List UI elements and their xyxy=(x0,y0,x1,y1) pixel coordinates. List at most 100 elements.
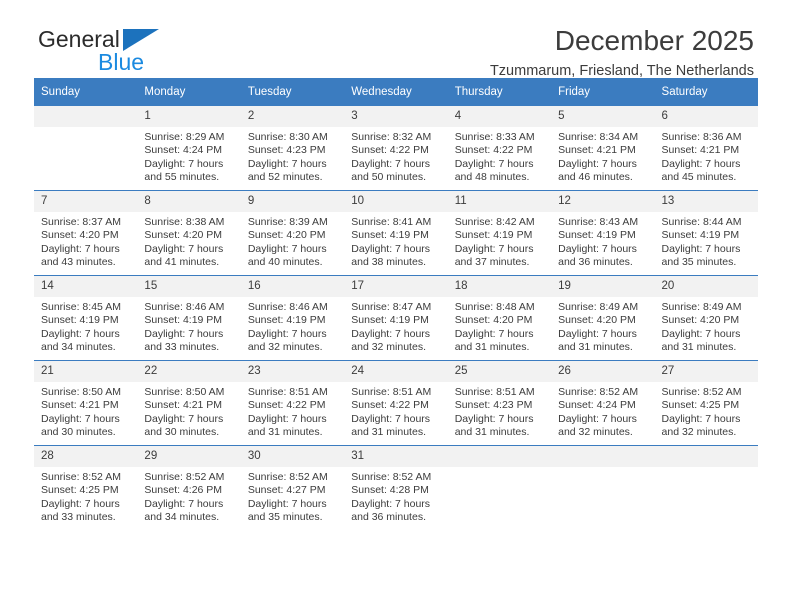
calendar-day-cell[interactable]: 22 Sunrise: 8:50 AM Sunset: 4:21 PM Dayligh… xyxy=(137,360,241,446)
calendar-day-cell[interactable]: 2 Sunrise: 8:30 AM Sunset: 4:23 PM Daylight… xyxy=(240,105,345,191)
day-details: Sunrise: 8:52 AM Sunset: 4:27 PM Daylight:… xyxy=(241,467,344,525)
sunrise-text: Sunrise: 8:34 AM xyxy=(558,131,639,143)
day-number: 9 xyxy=(240,191,345,212)
calendar-day-cell[interactable]: 28 Sunrise: 8:52 AM Sunset: 4:25 PM Dayligh… xyxy=(34,445,138,530)
daylight-text: Daylight: 7 hours and 48 minutes. xyxy=(454,157,534,184)
calendar-day-cell[interactable]: 31 Sunrise: 8:52 AM Sunset: 4:28 PM Dayligh… xyxy=(344,445,448,530)
sunrise-text: Sunrise: 8:52 AM xyxy=(144,471,225,483)
sunset-text: Sunset: 4:20 PM xyxy=(661,314,740,327)
calendar-day-cell[interactable]: 21 Sunrise: 8:50 AM Sunset: 4:21 PM Dayligh… xyxy=(34,360,138,446)
day-number xyxy=(654,446,758,467)
calendar-empty-cell xyxy=(551,445,655,530)
day-details: Sunrise: 8:47 AM Sunset: 4:19 PM Daylight:… xyxy=(344,297,447,355)
calendar-week-row: 21 Sunrise: 8:50 AM Sunset: 4:21 PM Dayligh… xyxy=(34,360,758,446)
day-number: 14 xyxy=(34,276,138,297)
sunset-text: Sunset: 4:19 PM xyxy=(41,314,119,327)
day-details: Sunrise: 8:50 AM Sunset: 4:21 PM Daylight:… xyxy=(34,382,137,440)
day-number: 20 xyxy=(654,276,758,297)
sunset-text: Sunset: 4:21 PM xyxy=(41,399,119,412)
day-details: Sunrise: 8:45 AM Sunset: 4:19 PM Daylight:… xyxy=(34,297,137,355)
calendar-day-cell[interactable]: 18 Sunrise: 8:48 AM Sunset: 4:20 PM Dayligh… xyxy=(447,275,552,361)
calendar-day-cell[interactable]: 30 Sunrise: 8:52 AM Sunset: 4:27 PM Dayligh… xyxy=(240,445,345,530)
daylight-text: Daylight: 7 hours and 52 minutes. xyxy=(247,157,327,184)
sunrise-text: Sunrise: 8:36 AM xyxy=(661,131,742,143)
calendar-day-cell[interactable]: 23 Sunrise: 8:51 AM Sunset: 4:22 PM Dayligh… xyxy=(240,360,345,446)
calendar-day-cell[interactable]: 26 Sunrise: 8:52 AM Sunset: 4:24 PM Dayligh… xyxy=(551,360,655,446)
sunrise-text: Sunrise: 8:41 AM xyxy=(351,216,432,228)
sunset-text: Sunset: 4:19 PM xyxy=(454,229,533,242)
calendar-day-cell[interactable]: 4 Sunrise: 8:33 AM Sunset: 4:22 PM Daylight… xyxy=(447,105,552,191)
calendar-day-cell[interactable]: 25 Sunrise: 8:51 AM Sunset: 4:23 PM Dayligh… xyxy=(447,360,552,446)
calendar-day-cell[interactable]: 6 Sunrise: 8:36 AM Sunset: 4:21 PM Daylight… xyxy=(654,105,758,191)
daylight-text: Daylight: 7 hours and 36 minutes. xyxy=(351,497,431,524)
sunrise-text: Sunrise: 8:33 AM xyxy=(454,131,535,143)
day-details: Sunrise: 8:52 AM Sunset: 4:25 PM Daylight:… xyxy=(34,467,137,525)
sunrise-text: Sunrise: 8:38 AM xyxy=(144,216,225,228)
calendar-day-cell[interactable]: 9 Sunrise: 8:39 AM Sunset: 4:20 PM Daylight… xyxy=(240,190,345,276)
day-number: 16 xyxy=(240,276,345,297)
weekday-header-thursday: Thursday xyxy=(447,78,552,106)
sunrise-text: Sunrise: 8:30 AM xyxy=(247,131,328,143)
calendar-header: Sunday Monday Tuesday Wednesday Thursday… xyxy=(34,78,758,106)
weekday-header-tuesday: Tuesday xyxy=(240,78,345,106)
daylight-text: Daylight: 7 hours and 50 minutes. xyxy=(351,157,431,184)
day-details: Sunrise: 8:29 AM Sunset: 4:24 PM Daylight:… xyxy=(137,127,240,185)
day-number: 5 xyxy=(551,106,655,127)
day-details: Sunrise: 8:52 AM Sunset: 4:26 PM Daylight:… xyxy=(137,467,240,525)
sunset-text: Sunset: 4:21 PM xyxy=(558,144,636,157)
sunset-text: Sunset: 4:23 PM xyxy=(454,399,533,412)
day-details: Sunrise: 8:44 AM Sunset: 4:19 PM Daylight:… xyxy=(655,212,758,270)
weekday-header-wednesday: Wednesday xyxy=(344,78,448,106)
day-number: 2 xyxy=(240,106,345,127)
sunset-text: Sunset: 4:19 PM xyxy=(247,314,326,327)
calendar-day-cell[interactable]: 19 Sunrise: 8:49 AM Sunset: 4:20 PM Dayligh… xyxy=(551,275,655,361)
calendar-day-cell[interactable]: 16 Sunrise: 8:46 AM Sunset: 4:19 PM Dayligh… xyxy=(240,275,345,361)
sunrise-text: Sunrise: 8:43 AM xyxy=(558,216,639,228)
sunrise-text: Sunrise: 8:48 AM xyxy=(454,301,535,313)
sunset-text: Sunset: 4:20 PM xyxy=(144,229,223,242)
calendar-day-cell[interactable]: 11 Sunrise: 8:42 AM Sunset: 4:19 PM Dayligh… xyxy=(447,190,552,276)
calendar-day-cell[interactable]: 8 Sunrise: 8:38 AM Sunset: 4:20 PM Daylight… xyxy=(137,190,241,276)
daylight-text: Daylight: 7 hours and 30 minutes. xyxy=(144,412,224,439)
day-number: 15 xyxy=(137,276,241,297)
day-details: Sunrise: 8:30 AM Sunset: 4:23 PM Daylight:… xyxy=(241,127,344,185)
calendar-day-cell[interactable]: 15 Sunrise: 8:46 AM Sunset: 4:19 PM Dayligh… xyxy=(137,275,241,361)
sunrise-text: Sunrise: 8:52 AM xyxy=(558,386,639,398)
calendar-week-row: 1 Sunrise: 8:29 AM Sunset: 4:24 PM Daylight… xyxy=(34,105,758,191)
calendar-day-cell[interactable]: 1 Sunrise: 8:29 AM Sunset: 4:24 PM Daylight… xyxy=(137,105,241,191)
generalblue-logo[interactable]: General Blue xyxy=(38,26,218,78)
logo-blue-label: Blue xyxy=(98,49,145,75)
calendar-day-cell[interactable]: 13 Sunrise: 8:44 AM Sunset: 4:19 PM Dayligh… xyxy=(654,190,758,276)
sunrise-text: Sunrise: 8:51 AM xyxy=(247,386,328,398)
calendar-day-cell[interactable]: 17 Sunrise: 8:47 AM Sunset: 4:19 PM Dayligh… xyxy=(344,275,448,361)
sunset-text: Sunset: 4:25 PM xyxy=(661,399,740,412)
calendar-day-cell[interactable]: 3 Sunrise: 8:32 AM Sunset: 4:22 PM Daylight… xyxy=(344,105,448,191)
sunrise-text: Sunrise: 8:42 AM xyxy=(454,216,535,228)
calendar-day-cell[interactable]: 20 Sunrise: 8:49 AM Sunset: 4:20 PM Dayligh… xyxy=(654,275,758,361)
calendar-week-row: 7 Sunrise: 8:37 AM Sunset: 4:20 PM Daylight… xyxy=(34,190,758,276)
day-number: 13 xyxy=(654,191,758,212)
daylight-text: Daylight: 7 hours and 34 minutes. xyxy=(41,327,120,354)
day-details: Sunrise: 8:51 AM Sunset: 4:22 PM Daylight:… xyxy=(344,382,447,440)
calendar-day-cell[interactable]: 5 Sunrise: 8:34 AM Sunset: 4:21 PM Daylight… xyxy=(551,105,655,191)
day-number: 18 xyxy=(447,276,552,297)
day-details: Sunrise: 8:49 AM Sunset: 4:20 PM Daylight:… xyxy=(551,297,654,355)
calendar-day-cell[interactable]: 14 Sunrise: 8:45 AM Sunset: 4:19 PM Dayligh… xyxy=(34,275,138,361)
page-title: December 2025 xyxy=(554,25,754,56)
calendar-day-cell[interactable]: 7 Sunrise: 8:37 AM Sunset: 4:20 PM Daylight… xyxy=(34,190,138,276)
calendar-day-cell[interactable]: 12 Sunrise: 8:43 AM Sunset: 4:19 PM Dayligh… xyxy=(551,190,655,276)
day-number: 27 xyxy=(654,361,758,382)
sunrise-text: Sunrise: 8:51 AM xyxy=(351,386,432,398)
day-details: Sunrise: 8:52 AM Sunset: 4:28 PM Daylight:… xyxy=(344,467,447,525)
calendar-day-cell[interactable]: 10 Sunrise: 8:41 AM Sunset: 4:19 PM Dayligh… xyxy=(344,190,448,276)
daylight-text: Daylight: 7 hours and 31 minutes. xyxy=(454,412,534,439)
masthead: General Blue December 2025 Tzummarum, Fr… xyxy=(34,0,758,79)
weekday-header-sunday: Sunday xyxy=(34,78,138,106)
calendar-day-cell[interactable]: 27 Sunrise: 8:52 AM Sunset: 4:25 PM Dayligh… xyxy=(654,360,758,446)
sunset-text: Sunset: 4:19 PM xyxy=(661,229,740,242)
weekday-header-monday: Monday xyxy=(137,78,241,106)
sunset-text: Sunset: 4:22 PM xyxy=(247,399,326,412)
calendar-day-cell[interactable]: 24 Sunrise: 8:51 AM Sunset: 4:22 PM Dayligh… xyxy=(344,360,448,446)
calendar-day-cell[interactable]: 29 Sunrise: 8:52 AM Sunset: 4:26 PM Dayligh… xyxy=(137,445,241,530)
sunset-text: Sunset: 4:19 PM xyxy=(558,229,636,242)
